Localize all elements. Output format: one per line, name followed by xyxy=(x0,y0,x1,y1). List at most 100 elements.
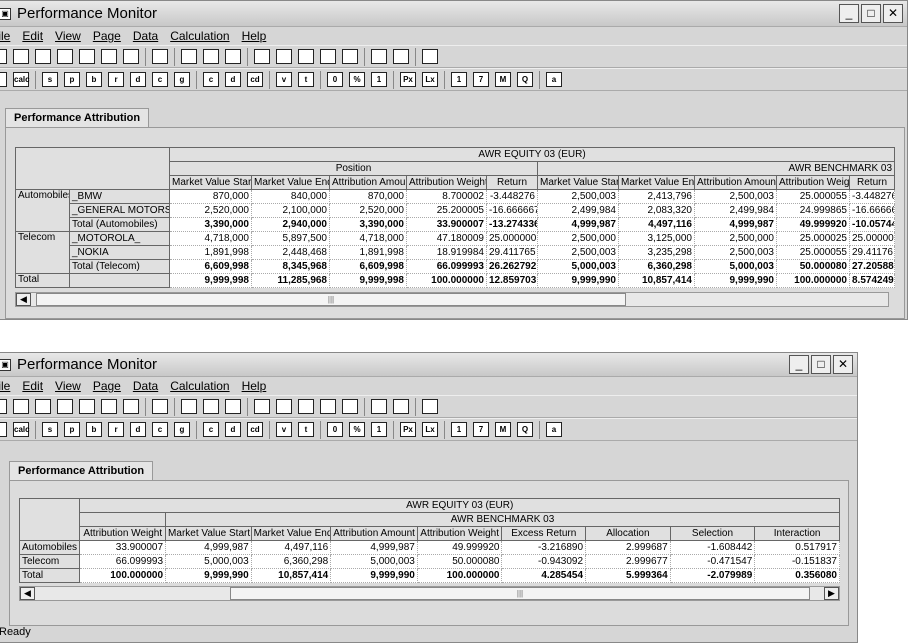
data-cell[interactable]: 100.000000 xyxy=(406,273,487,288)
data-cell[interactable]: 1,891,998 xyxy=(169,245,252,260)
data-cell[interactable]: 4,999,987 xyxy=(694,217,777,232)
data-cell[interactable]: 3,390,000 xyxy=(329,217,407,232)
close-button[interactable]: ✕ xyxy=(833,355,853,374)
calc-r-icon[interactable]: r xyxy=(108,422,124,437)
data-cell[interactable]: 2,413,796 xyxy=(618,189,695,204)
paste-icon[interactable] xyxy=(101,399,117,414)
calc-d-icon[interactable]: d xyxy=(130,422,146,437)
data-cell[interactable]: 49.999920 xyxy=(416,540,503,555)
data-cell[interactable]: 2,448,468 xyxy=(251,245,330,260)
data-cell[interactable]: -16.66666 xyxy=(848,203,896,218)
table-icon[interactable] xyxy=(254,49,270,64)
save-icon[interactable] xyxy=(13,49,29,64)
menu-calculation[interactable]: Calculation xyxy=(170,379,229,393)
data-cell[interactable]: 33.900007 xyxy=(406,217,487,232)
menu-file[interactable]: File xyxy=(0,29,10,43)
data-cell[interactable]: 0.356080 xyxy=(754,568,840,583)
chart-icon[interactable] xyxy=(57,399,73,414)
calc-d-icon[interactable]: d xyxy=(225,422,241,437)
calc-d-icon[interactable]: d xyxy=(225,72,241,87)
calc-a-icon[interactable]: a xyxy=(546,422,562,437)
data-cell[interactable]: 5,000,003 xyxy=(694,259,777,274)
column-header[interactable]: Market Value Start xyxy=(537,175,619,190)
delete-icon[interactable] xyxy=(123,49,139,64)
zoom-out-icon[interactable] xyxy=(203,49,219,64)
data-cell[interactable]: 47.180009 xyxy=(406,231,487,246)
calc-7-icon[interactable]: 7 xyxy=(473,72,489,87)
delete-icon[interactable] xyxy=(123,399,139,414)
data-cell[interactable]: 9,999,998 xyxy=(169,273,252,288)
scroll-left-arrow[interactable]: ◀ xyxy=(20,587,35,600)
menu-view[interactable]: View xyxy=(55,379,81,393)
data-cell[interactable]: -2.079989 xyxy=(669,568,756,583)
calc-1-icon[interactable]: 1 xyxy=(371,72,387,87)
data-cell[interactable]: 66.099993 xyxy=(406,259,487,274)
menu-data[interactable]: Data xyxy=(133,29,158,43)
data-cell[interactable]: 4,999,987 xyxy=(330,540,418,555)
data-cell[interactable]: 2,500,003 xyxy=(694,189,777,204)
forward-icon[interactable] xyxy=(393,399,409,414)
calc-c-icon[interactable]: c xyxy=(152,422,168,437)
data-cell[interactable]: 870,000 xyxy=(169,189,252,204)
calc-cd-icon[interactable]: cd xyxy=(247,422,263,437)
menu-edit[interactable]: Edit xyxy=(22,29,43,43)
data-cell[interactable]: 8,345,968 xyxy=(251,259,330,274)
data-cell[interactable]: -1.608442 xyxy=(669,540,756,555)
open-icon[interactable] xyxy=(0,399,7,414)
menu-page[interactable]: Page xyxy=(93,379,121,393)
data-cell[interactable]: 1,891,998 xyxy=(329,245,407,260)
data-cell[interactable]: 4.285454 xyxy=(501,568,587,583)
data-cell[interactable]: 10,857,414 xyxy=(618,273,695,288)
data-cell[interactable]: 25.00000 xyxy=(848,231,896,246)
menu-file[interactable]: File xyxy=(0,379,10,393)
data-cell[interactable]: 49.999920 xyxy=(776,217,850,232)
data-cell[interactable]: 2,520,000 xyxy=(329,203,407,218)
data-cell[interactable]: 3,235,298 xyxy=(618,245,695,260)
calc-calc-icon[interactable]: calc xyxy=(13,422,30,437)
data-cell[interactable]: 2,500,000 xyxy=(694,231,777,246)
data-cell[interactable]: 5,897,500 xyxy=(251,231,330,246)
column-header[interactable]: Attribution Weight xyxy=(79,526,167,541)
menu-help[interactable]: Help xyxy=(242,29,267,43)
menu-calculation[interactable]: Calculation xyxy=(170,29,229,43)
data-cell[interactable]: -3.448276 xyxy=(848,189,896,204)
zoom-reset-icon[interactable] xyxy=(225,49,241,64)
calc-lx-icon[interactable]: Lx xyxy=(422,422,438,437)
help-icon[interactable] xyxy=(422,399,438,414)
data-cell[interactable]: 29.411765 xyxy=(486,245,538,260)
column-header[interactable]: Attribution Weight xyxy=(776,175,850,190)
data-cell[interactable]: -13.274336 xyxy=(486,217,538,232)
maximize-button[interactable]: □ xyxy=(811,355,831,374)
calc-v-icon[interactable]: v xyxy=(276,72,292,87)
calc-t-icon[interactable]: t xyxy=(298,72,314,87)
column-header[interactable]: Excess Return xyxy=(501,526,587,541)
data-cell[interactable]: 6,360,298 xyxy=(250,554,332,569)
scroll-thumb[interactable]: ||| xyxy=(230,587,810,600)
zoom-in-icon[interactable] xyxy=(181,399,197,414)
zoom-out-icon[interactable] xyxy=(203,399,219,414)
data-cell[interactable]: 5,000,003 xyxy=(165,554,252,569)
calc-m-icon[interactable]: M xyxy=(495,72,511,87)
calc-q-icon[interactable]: Q xyxy=(517,422,533,437)
column-header[interactable]: Selection xyxy=(669,526,756,541)
data-cell[interactable]: 50.000080 xyxy=(416,554,503,569)
zoom-in-icon[interactable] xyxy=(181,49,197,64)
column-header[interactable]: Attribution Weight xyxy=(416,526,503,541)
menu-view[interactable]: View xyxy=(55,29,81,43)
data-cell[interactable]: 4,718,000 xyxy=(169,231,252,246)
data-cell[interactable]: 2,100,000 xyxy=(251,203,330,218)
calc-g-icon[interactable]: g xyxy=(174,72,190,87)
copy-icon[interactable] xyxy=(79,399,95,414)
back-icon[interactable] xyxy=(371,399,387,414)
calc-!-icon[interactable]: ! xyxy=(0,72,7,87)
data-cell[interactable]: 9,999,990 xyxy=(537,273,619,288)
data-cell[interactable]: 6,609,998 xyxy=(329,259,407,274)
calc-d-icon[interactable]: d xyxy=(130,72,146,87)
data-cell[interactable]: 2,500,000 xyxy=(537,231,619,246)
data-cell[interactable]: 25.000000 xyxy=(486,231,538,246)
calc-q-icon[interactable]: Q xyxy=(517,72,533,87)
save-icon[interactable] xyxy=(13,399,29,414)
data-cell[interactable]: 25.000055 xyxy=(776,245,850,260)
calc-v-icon[interactable]: v xyxy=(276,422,292,437)
data-cell[interactable]: -16.666667 xyxy=(486,203,538,218)
